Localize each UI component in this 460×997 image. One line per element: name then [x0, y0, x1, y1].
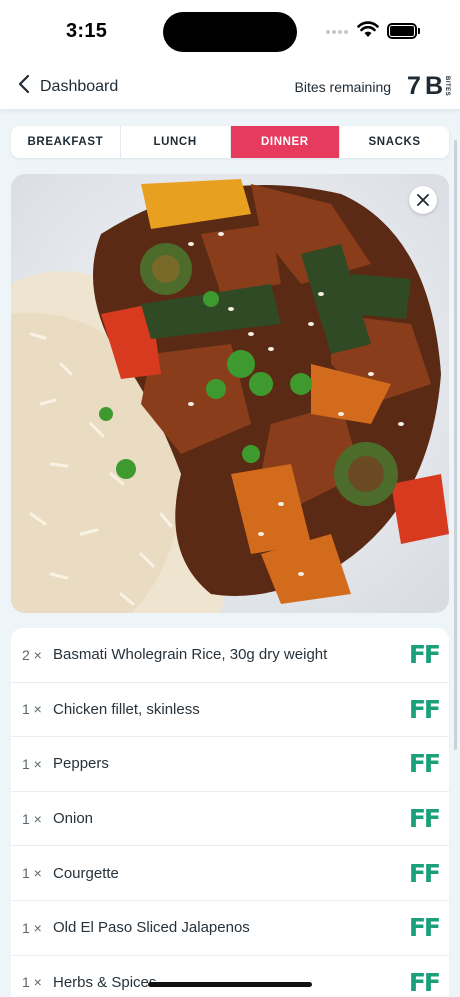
ingredient-name: Peppers — [53, 755, 109, 773]
ingredient-quantity: 1 × — [22, 701, 42, 718]
ingredient-row[interactable]: 2 × Basmati Wholegrain Rice, 30g dry wei… — [11, 628, 449, 683]
ingredient-name: Courgette — [53, 864, 119, 882]
tab-snacks[interactable]: SNACKS — [340, 126, 449, 158]
back-label: Dashboard — [40, 77, 119, 95]
meal-photo — [11, 174, 449, 613]
battery-icon — [387, 23, 417, 39]
bites-remaining: Bites remaining 7 B BITES — [295, 72, 450, 101]
ingredient-quantity: 1 × — [22, 755, 42, 772]
dynamic-island — [163, 12, 297, 52]
status-time: 3:15 — [66, 20, 108, 42]
ingredient-quantity: 2 × — [22, 646, 42, 663]
ingredient-quantity: 1 × — [22, 919, 42, 936]
battery-cap — [418, 28, 420, 34]
ingredient-row[interactable]: 1 × Herbs & Spices FF — [11, 956, 449, 997]
ingredient-row[interactable]: 1 × Peppers FF — [11, 737, 449, 792]
ingredient-row[interactable]: 1 × Old El Paso Sliced Jalapenos FF — [11, 901, 449, 956]
ingredient-quantity: 1 × — [22, 810, 42, 827]
top-nav-bar: Dashboard Bites remaining 7 B BITES — [0, 64, 460, 110]
back-button[interactable]: Dashboard — [18, 74, 118, 99]
ff-badge: FF — [408, 804, 441, 834]
meal-photo-illustration — [11, 174, 449, 613]
ff-badge: FF — [408, 749, 441, 779]
ingredient-row[interactable]: 1 × Chicken fillet, skinless FF — [11, 683, 449, 738]
status-bar: 3:15 — [0, 0, 460, 64]
wifi-icon — [357, 20, 379, 43]
ingredient-name: Onion — [53, 810, 94, 828]
ff-badge: FF — [408, 913, 441, 943]
bites-remaining-label: Bites remaining — [294, 78, 392, 95]
cellular-signal-icon — [326, 30, 348, 34]
ff-badge: FF — [408, 694, 441, 724]
close-photo-button[interactable] — [409, 186, 437, 214]
bites-logo: B BITES — [424, 72, 450, 100]
ff-badge: FF — [408, 967, 441, 997]
tab-lunch[interactable]: LUNCH — [121, 126, 231, 158]
ingredient-row[interactable]: 1 × Onion FF — [11, 792, 449, 847]
ingredient-name: Old El Paso Sliced Jalapenos — [53, 919, 250, 937]
ingredient-quantity: 1 × — [22, 974, 42, 991]
close-icon — [416, 193, 430, 207]
ingredient-name: Chicken fillet, skinless — [53, 700, 200, 718]
ff-badge: FF — [408, 640, 441, 670]
scrollbar[interactable] — [454, 140, 457, 750]
ff-badge: FF — [408, 858, 441, 888]
tab-dinner[interactable]: DINNER — [230, 126, 341, 158]
ingredient-quantity: 1 × — [22, 865, 42, 882]
meal-tabs: BREAKFAST LUNCH DINNER SNACKS — [11, 126, 449, 158]
tab-breakfast[interactable]: BREAKFAST — [11, 126, 121, 158]
ingredient-row[interactable]: 1 × Courgette FF — [11, 846, 449, 901]
ingredient-name: Basmati Wholegrain Rice, 30g dry weight — [53, 646, 328, 664]
chevron-left-icon — [18, 74, 30, 99]
ingredient-list: 2 × Basmati Wholegrain Rice, 30g dry wei… — [11, 628, 449, 997]
bites-remaining-count: 7 — [407, 72, 421, 100]
home-indicator[interactable] — [148, 982, 312, 987]
